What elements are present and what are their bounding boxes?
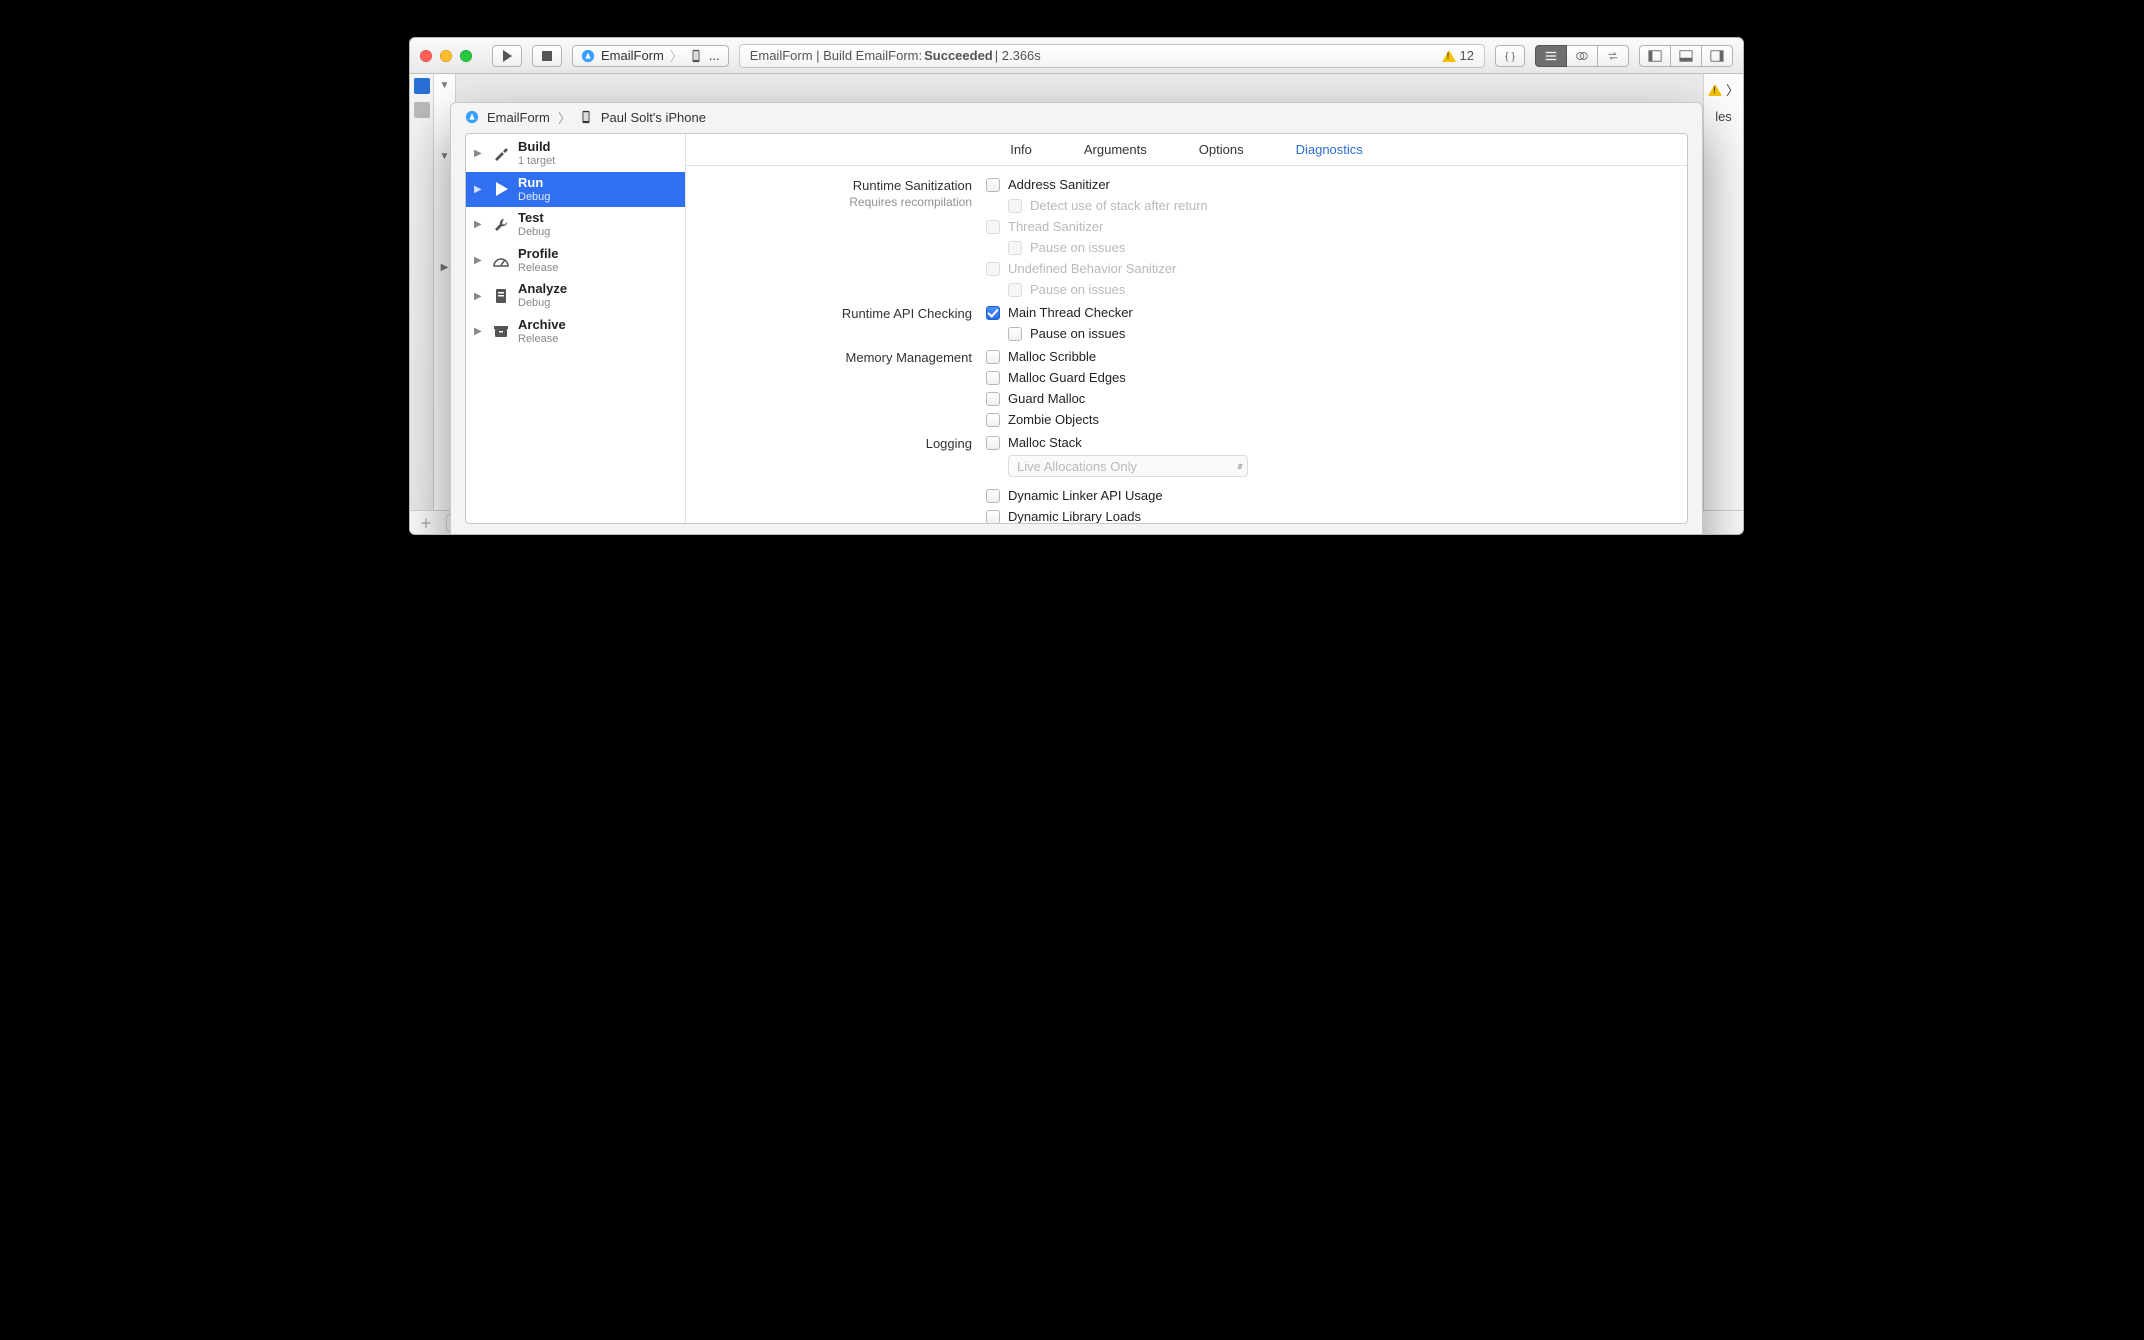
phase-archive[interactable]: ▶ ArchiveRelease [466, 314, 685, 350]
checkbox[interactable] [986, 489, 1000, 503]
chevron-right-icon: 〉 [558, 108, 571, 127]
phase-detail: Info Arguments Options Diagnostics Runti… [686, 134, 1687, 523]
updown-icon: ▴▾ [1237, 461, 1239, 472]
tab-info[interactable]: Info [1008, 136, 1034, 163]
scheme-editor-sheet: EmailForm 〉 Paul Solt's iPhone ▶ Build1 … [450, 102, 1703, 535]
disclosure-triangle-icon: ▶ [474, 148, 484, 159]
phase-subtitle: Debug [518, 191, 550, 204]
option-mtc-pause[interactable]: Pause on issues [986, 325, 1133, 342]
option-guard-malloc[interactable]: Guard Malloc [986, 390, 1126, 407]
phase-profile[interactable]: ▶ ProfileRelease [466, 243, 685, 279]
phase-title: Test [518, 211, 550, 226]
checkbox[interactable] [986, 306, 1000, 320]
checkbox [986, 220, 1000, 234]
phase-title: Build [518, 140, 555, 155]
archive-icon [492, 323, 510, 341]
phase-subtitle: Release [518, 333, 566, 346]
section-logging-label: Logging [706, 434, 986, 451]
sheet-content: ▶ Build1 target ▶ RunDebug ▶ TestDebug [465, 133, 1688, 524]
phase-title: Run [518, 176, 550, 191]
section-runtime-sanitization-label: Runtime Sanitization Requires recompilat… [706, 176, 986, 209]
phase-analyze[interactable]: ▶ AnalyzeDebug [466, 278, 685, 314]
disclosure-triangle-icon: ▶ [474, 291, 484, 302]
phase-subtitle: Debug [518, 226, 550, 239]
option-main-thread-checker[interactable]: Main Thread Checker [986, 304, 1133, 321]
section-memory-label: Memory Management [706, 348, 986, 365]
phase-run[interactable]: ▶ RunDebug [466, 172, 685, 208]
phase-test[interactable]: ▶ TestDebug [466, 207, 685, 243]
option-malloc-scribble[interactable]: Malloc Scribble [986, 348, 1126, 365]
diagnostics-form: Runtime Sanitization Requires recompilat… [686, 166, 1687, 523]
disclosure-triangle-icon: ▶ [474, 255, 484, 266]
phase-subtitle: Release [518, 262, 558, 275]
tab-options[interactable]: Options [1197, 136, 1246, 163]
gauge-icon [492, 252, 510, 270]
checkbox [1008, 283, 1022, 297]
phase-title: Profile [518, 247, 558, 262]
sheet-footer: Duplicate Scheme Manage Schemes... Share… [451, 524, 1702, 535]
iphone-icon [579, 110, 593, 124]
option-zombie[interactable]: Zombie Objects [986, 411, 1126, 428]
checkbox[interactable] [986, 413, 1000, 427]
option-ub-pause: Pause on issues [986, 281, 1208, 298]
checkbox[interactable] [986, 371, 1000, 385]
phase-title: Analyze [518, 282, 567, 297]
option-tsan-pause: Pause on issues [986, 239, 1208, 256]
option-malloc-guard[interactable]: Malloc Guard Edges [986, 369, 1126, 386]
checkbox[interactable] [1008, 327, 1022, 341]
disclosure-triangle-icon: ▶ [474, 184, 484, 195]
malloc-stack-mode-select: Live Allocations Only ▴▾ [1008, 455, 1248, 477]
checkbox[interactable] [986, 350, 1000, 364]
disclosure-triangle-icon: ▶ [474, 219, 484, 230]
checkbox[interactable] [986, 436, 1000, 450]
checkbox [986, 262, 1000, 276]
scheme-breadcrumb: EmailForm 〉 Paul Solt's iPhone [451, 103, 1702, 131]
option-dyld-loads[interactable]: Dynamic Library Loads [986, 508, 1248, 523]
section-hint: Requires recompilation [706, 195, 972, 209]
checkbox [1008, 241, 1022, 255]
option-ub-sanitizer: Undefined Behavior Sanitizer [986, 260, 1208, 277]
play-icon [492, 180, 510, 198]
section-api-checking-label: Runtime API Checking [706, 304, 986, 321]
phase-subtitle: Debug [518, 297, 567, 310]
hammer-icon [492, 145, 510, 163]
xcode-window: EmailForm 〉 ... EmailForm | Build EmailF… [409, 37, 1744, 535]
checkbox[interactable] [986, 178, 1000, 192]
phase-list: ▶ Build1 target ▶ RunDebug ▶ TestDebug [466, 134, 686, 523]
option-detect-stack: Detect use of stack after return [986, 197, 1208, 214]
option-thread-sanitizer: Thread Sanitizer [986, 218, 1208, 235]
select-value: Live Allocations Only [1017, 459, 1137, 474]
phase-title: Archive [518, 318, 566, 333]
checkbox[interactable] [986, 392, 1000, 406]
option-malloc-stack[interactable]: Malloc Stack [986, 434, 1248, 451]
breadcrumb-project[interactable]: EmailForm [487, 110, 550, 125]
wrench-icon [492, 216, 510, 234]
checkbox[interactable] [986, 510, 1000, 524]
appstore-icon [465, 110, 479, 124]
tab-arguments[interactable]: Arguments [1082, 136, 1149, 163]
analyze-icon [492, 287, 510, 305]
breadcrumb-device[interactable]: Paul Solt's iPhone [601, 110, 706, 125]
option-dyld-api[interactable]: Dynamic Linker API Usage [986, 487, 1248, 504]
phase-build[interactable]: ▶ Build1 target [466, 136, 685, 172]
disclosure-triangle-icon: ▶ [474, 326, 484, 337]
phase-subtitle: 1 target [518, 155, 555, 168]
checkbox [1008, 199, 1022, 213]
option-address-sanitizer[interactable]: Address Sanitizer [986, 176, 1208, 193]
tab-diagnostics[interactable]: Diagnostics [1294, 136, 1365, 163]
detail-tabs: Info Arguments Options Diagnostics [686, 134, 1687, 166]
